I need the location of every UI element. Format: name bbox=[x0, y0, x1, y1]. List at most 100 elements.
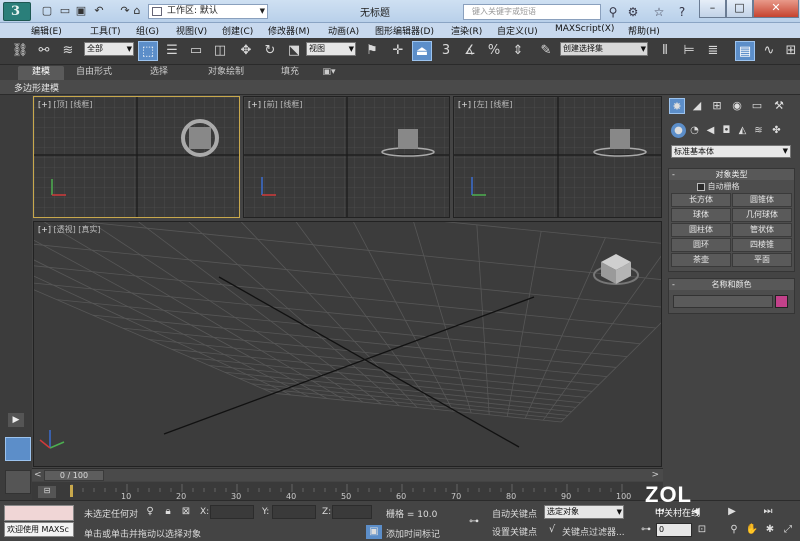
selection-lock-icon[interactable]: 🔒︎ bbox=[160, 505, 176, 519]
menu-tools[interactable]: 工具(T) bbox=[90, 24, 121, 37]
maxscript-listener-bottom[interactable]: 欢迎使用 MAXSc bbox=[4, 522, 74, 537]
menu-create[interactable]: 创建(C) bbox=[222, 24, 253, 37]
keyboard-shortcut-override-icon[interactable]: ⏏ bbox=[412, 41, 432, 61]
isolate-selection-icon[interactable]: ♀ bbox=[142, 505, 158, 519]
select-manipulate-icon[interactable]: ✛ bbox=[388, 41, 408, 61]
x-coordinate-input[interactable] bbox=[210, 505, 254, 519]
menu-edit[interactable]: 编辑(E) bbox=[31, 24, 62, 37]
select-by-name-icon[interactable]: ☰ bbox=[162, 41, 182, 61]
viewport-front-label[interactable]: [+] [前] [线框] bbox=[248, 99, 303, 110]
object-color-swatch[interactable] bbox=[775, 295, 788, 308]
current-frame-input[interactable]: 0 bbox=[656, 523, 692, 537]
key-mode-toggle-icon[interactable]: ⊶ bbox=[638, 523, 654, 537]
viewport-front[interactable]: [+] [前] [线框] bbox=[243, 96, 450, 218]
angle-snap-icon[interactable]: ∡ bbox=[460, 41, 480, 61]
tab-object-paint[interactable]: 对象绘制 bbox=[196, 66, 256, 80]
geometry-icon[interactable]: ● bbox=[671, 123, 686, 138]
mini-curve-editor-icon[interactable]: ⊟ bbox=[38, 486, 56, 498]
window-crossing-icon[interactable]: ◫ bbox=[210, 41, 230, 61]
tab-modeling[interactable]: 建模 bbox=[18, 66, 64, 80]
viewport-left[interactable]: [+] [左] [线框] bbox=[453, 96, 662, 218]
app-logo[interactable]: 3 bbox=[3, 2, 31, 21]
tube-button[interactable]: 管状体 bbox=[732, 223, 792, 237]
orbit-icon[interactable]: ✱ bbox=[762, 523, 778, 537]
helpers-icon[interactable]: ◭ bbox=[735, 123, 750, 138]
select-object-icon[interactable]: ⬚ bbox=[138, 41, 158, 61]
new-file-icon[interactable]: ▢ bbox=[40, 4, 54, 18]
rectangular-selection-icon[interactable]: ▭ bbox=[186, 41, 206, 61]
key-filters-button[interactable]: 关键点过滤器... bbox=[562, 525, 625, 538]
viewport-layout-icon[interactable] bbox=[5, 437, 31, 461]
viewport-perspective[interactable]: [+] [透视] [真实] bbox=[33, 221, 662, 467]
help-icon[interactable]: ? bbox=[674, 4, 690, 20]
viewport-top-label[interactable]: [+] [顶] [线框] bbox=[38, 99, 93, 110]
search-input[interactable]: 键入关键字或短语 bbox=[463, 4, 601, 20]
torus-button[interactable]: 圆环 bbox=[671, 238, 731, 252]
save-file-icon[interactable]: ▣ bbox=[74, 4, 88, 18]
cameras-icon[interactable]: ◘ bbox=[719, 123, 734, 138]
plane-button[interactable]: 平面 bbox=[732, 253, 792, 267]
graphite-ribbon-icon[interactable]: ▤ bbox=[735, 41, 755, 61]
select-and-move-icon[interactable]: ✥ bbox=[236, 41, 256, 61]
create-tab-icon[interactable]: ✸ bbox=[669, 98, 685, 114]
redo-icon[interactable]: ↷ bbox=[118, 4, 132, 18]
time-slider-thumb[interactable]: 0 / 100 bbox=[44, 470, 104, 481]
align-icon[interactable]: ⊨ bbox=[679, 41, 699, 61]
object-type-header[interactable]: - 对象类型 bbox=[669, 169, 794, 180]
viewport-perspective-label[interactable]: [+] [透视] [真实] bbox=[38, 224, 101, 235]
time-config-icon[interactable]: ⊡ bbox=[694, 523, 710, 537]
curve-editor-icon[interactable]: ∿ bbox=[759, 41, 779, 61]
track-bar[interactable]: 10 20 30 40 50 60 70 80 90 100 bbox=[32, 482, 663, 501]
select-and-scale-icon[interactable]: ⬔ bbox=[284, 41, 304, 61]
close-button[interactable]: ✕ bbox=[753, 0, 799, 18]
time-slider[interactable]: < 0 / 100 > bbox=[32, 468, 663, 481]
y-coordinate-input[interactable] bbox=[272, 505, 316, 519]
teapot-button[interactable]: 茶壶 bbox=[671, 253, 731, 267]
undo-icon[interactable]: ↶ bbox=[92, 4, 106, 18]
edit-named-selection-icon[interactable]: ✎ bbox=[536, 41, 556, 61]
menu-help[interactable]: 帮助(H) bbox=[628, 24, 660, 37]
open-file-icon[interactable]: ▭ bbox=[58, 4, 72, 18]
ribbon-options-icon[interactable]: ▣▾ bbox=[318, 66, 340, 80]
tab-selection[interactable]: 选择 bbox=[136, 66, 182, 80]
primitive-category-dropdown[interactable]: 标准基本体 ▼ bbox=[671, 145, 791, 158]
favorites-star-icon[interactable]: ☆ bbox=[651, 4, 667, 20]
viewport-left-label[interactable]: [+] [左] [线框] bbox=[458, 99, 513, 110]
absolute-mode-icon[interactable]: ⊠ bbox=[178, 505, 194, 519]
named-selection-sets-dropdown[interactable]: 创建选择集 ▼ bbox=[560, 42, 648, 56]
utilities-tab-icon[interactable]: ⚒ bbox=[771, 98, 787, 114]
key-mode-dropdown[interactable]: 选定对象 ▼ bbox=[544, 505, 624, 519]
key-icon[interactable]: ⊶ bbox=[464, 515, 484, 529]
polygon-modeling-panel[interactable]: 多边形建模 bbox=[14, 81, 59, 94]
pivot-center-icon[interactable]: ⚑ bbox=[362, 41, 382, 61]
play-icon[interactable]: ▶ bbox=[8, 413, 24, 427]
schematic-view-icon[interactable]: ⊞ bbox=[781, 41, 800, 61]
sphere-button[interactable]: 球体 bbox=[671, 208, 731, 222]
menu-customize[interactable]: 自定义(U) bbox=[497, 24, 538, 37]
box-button[interactable]: 长方体 bbox=[671, 193, 731, 207]
motion-tab-icon[interactable]: ◉ bbox=[729, 98, 745, 114]
tab-freeform[interactable]: 自由形式 bbox=[66, 66, 122, 80]
communication-center-icon[interactable]: ⚙ bbox=[625, 4, 641, 20]
play-animation-icon[interactable]: ▶ bbox=[724, 505, 740, 519]
prev-frame-icon[interactable]: < bbox=[34, 470, 42, 480]
search-icon[interactable]: ⚲ bbox=[605, 4, 621, 20]
cone-button[interactable]: 圆锥体 bbox=[732, 193, 792, 207]
pan-view-icon[interactable]: ✋ bbox=[744, 523, 760, 537]
workspace-selector[interactable]: 工作区: 默认 ▼ bbox=[148, 4, 268, 19]
select-and-rotate-icon[interactable]: ↻ bbox=[260, 41, 280, 61]
maxscript-listener-top[interactable] bbox=[4, 505, 74, 521]
time-tag-icon[interactable]: ▣ bbox=[366, 525, 382, 539]
menu-group[interactable]: 组(G) bbox=[136, 24, 159, 37]
add-time-tag[interactable]: 添加时间标记 bbox=[386, 527, 440, 540]
menu-views[interactable]: 视图(V) bbox=[176, 24, 207, 37]
cylinder-button[interactable]: 圆柱体 bbox=[671, 223, 731, 237]
geosphere-button[interactable]: 几何球体 bbox=[732, 208, 792, 222]
select-and-link-icon[interactable]: ⛓ bbox=[10, 41, 30, 61]
menu-modifiers[interactable]: 修改器(M) bbox=[268, 24, 310, 37]
zoom-icon[interactable]: ⚲ bbox=[726, 523, 742, 537]
selection-filter-dropdown[interactable]: 全部 ▼ bbox=[84, 42, 134, 56]
menu-rendering[interactable]: 渲染(R) bbox=[451, 24, 482, 37]
unlink-icon[interactable]: ⚯ bbox=[34, 41, 54, 61]
pyramid-button[interactable]: 四棱锥 bbox=[732, 238, 792, 252]
